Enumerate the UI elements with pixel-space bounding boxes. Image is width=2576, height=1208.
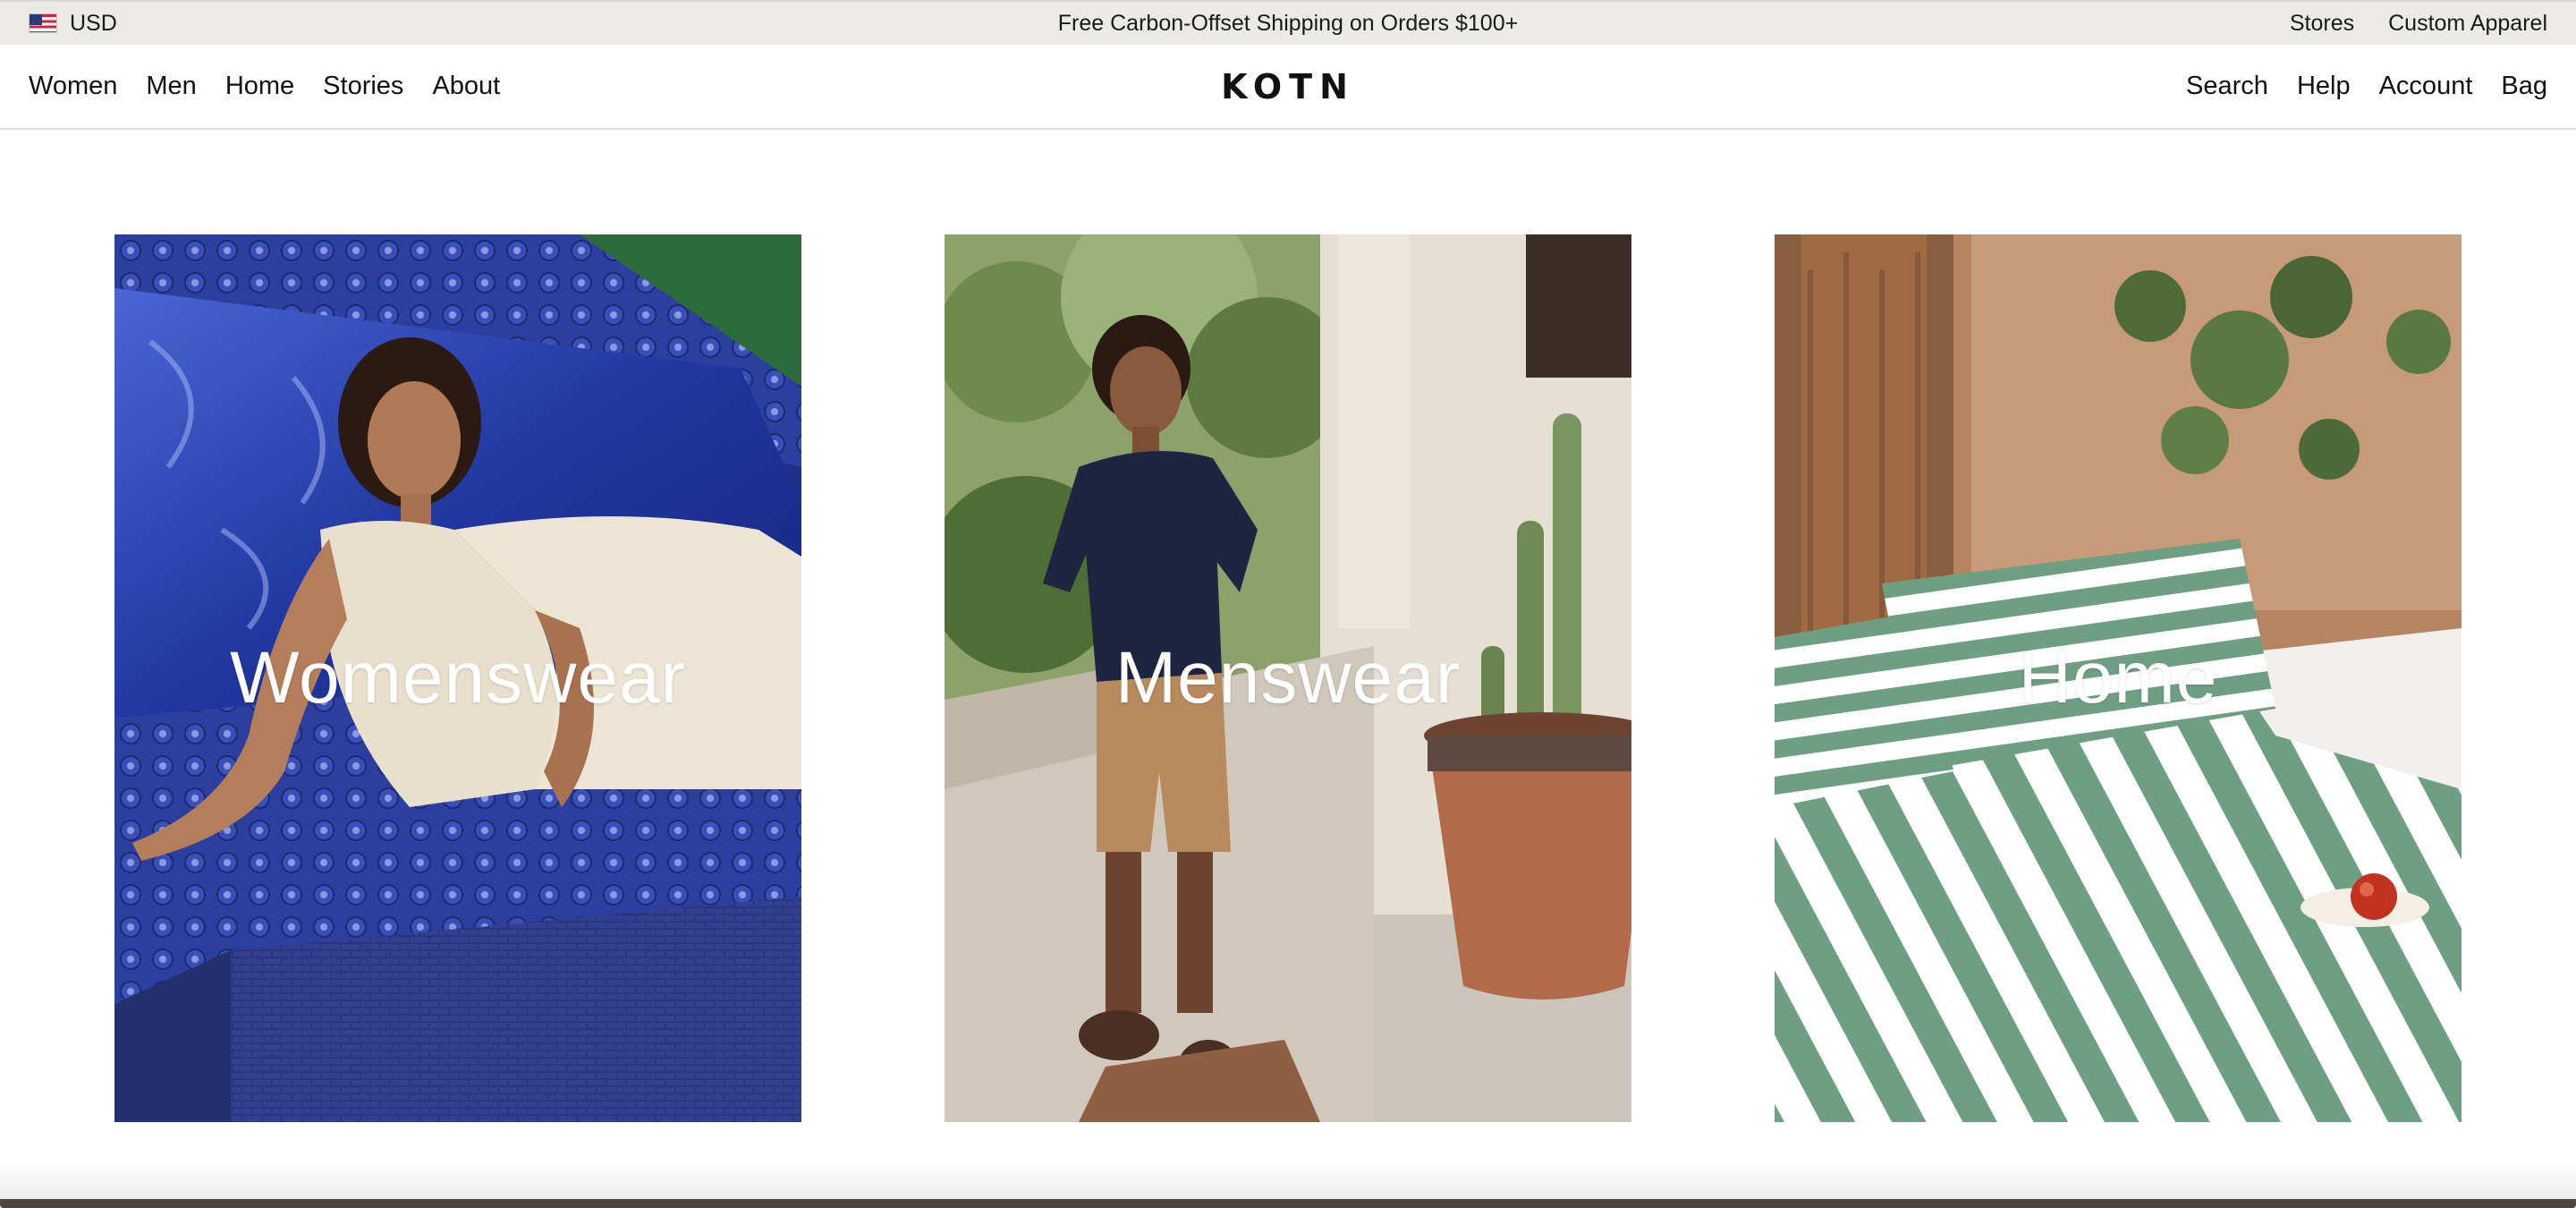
shipping-message: Free Carbon-Offset Shipping on Orders $1… — [1057, 10, 1519, 36]
primary-nav-links: Women Men Home Stories About — [29, 72, 744, 101]
stores-link[interactable]: Stores — [2290, 11, 2354, 37]
nav-home[interactable]: Home — [225, 72, 294, 101]
main-nav: Women Men Home Stories About KOTN Search… — [0, 45, 2576, 130]
us-flag-icon — [29, 13, 57, 33]
nav-women[interactable]: Women — [29, 72, 117, 101]
currency-selector[interactable]: USD — [29, 11, 494, 37]
utility-nav-links: Search Help Account Bag — [1832, 72, 2547, 101]
announcement-bar: USD Free Carbon-Offset Shipping on Order… — [0, 0, 2576, 45]
window-bottom-edge — [0, 1199, 2576, 1208]
category-grid: Womenswear Menswear Home — [0, 234, 2576, 1122]
custom-apparel-link[interactable]: Custom Apparel — [2388, 11, 2547, 37]
category-label-womenswear: Womenswear — [230, 637, 686, 719]
category-label-menswear: Menswear — [1114, 637, 1462, 719]
nav-help[interactable]: Help — [2297, 72, 2351, 101]
nav-search[interactable]: Search — [2186, 72, 2268, 101]
currency-label: USD — [70, 10, 117, 36]
category-card-menswear[interactable]: Menswear — [945, 234, 1631, 1122]
nav-stories[interactable]: Stories — [323, 72, 403, 101]
nav-men[interactable]: Men — [146, 72, 196, 101]
category-label-home: Home — [2018, 637, 2218, 719]
nav-about[interactable]: About — [432, 72, 500, 101]
category-card-womenswear[interactable]: Womenswear — [114, 234, 801, 1122]
nav-account[interactable]: Account — [2379, 72, 2473, 101]
nav-bag[interactable]: Bag — [2501, 72, 2547, 101]
category-card-home[interactable]: Home — [1775, 234, 2462, 1122]
brand-logo[interactable]: KOTN — [1221, 67, 1355, 106]
